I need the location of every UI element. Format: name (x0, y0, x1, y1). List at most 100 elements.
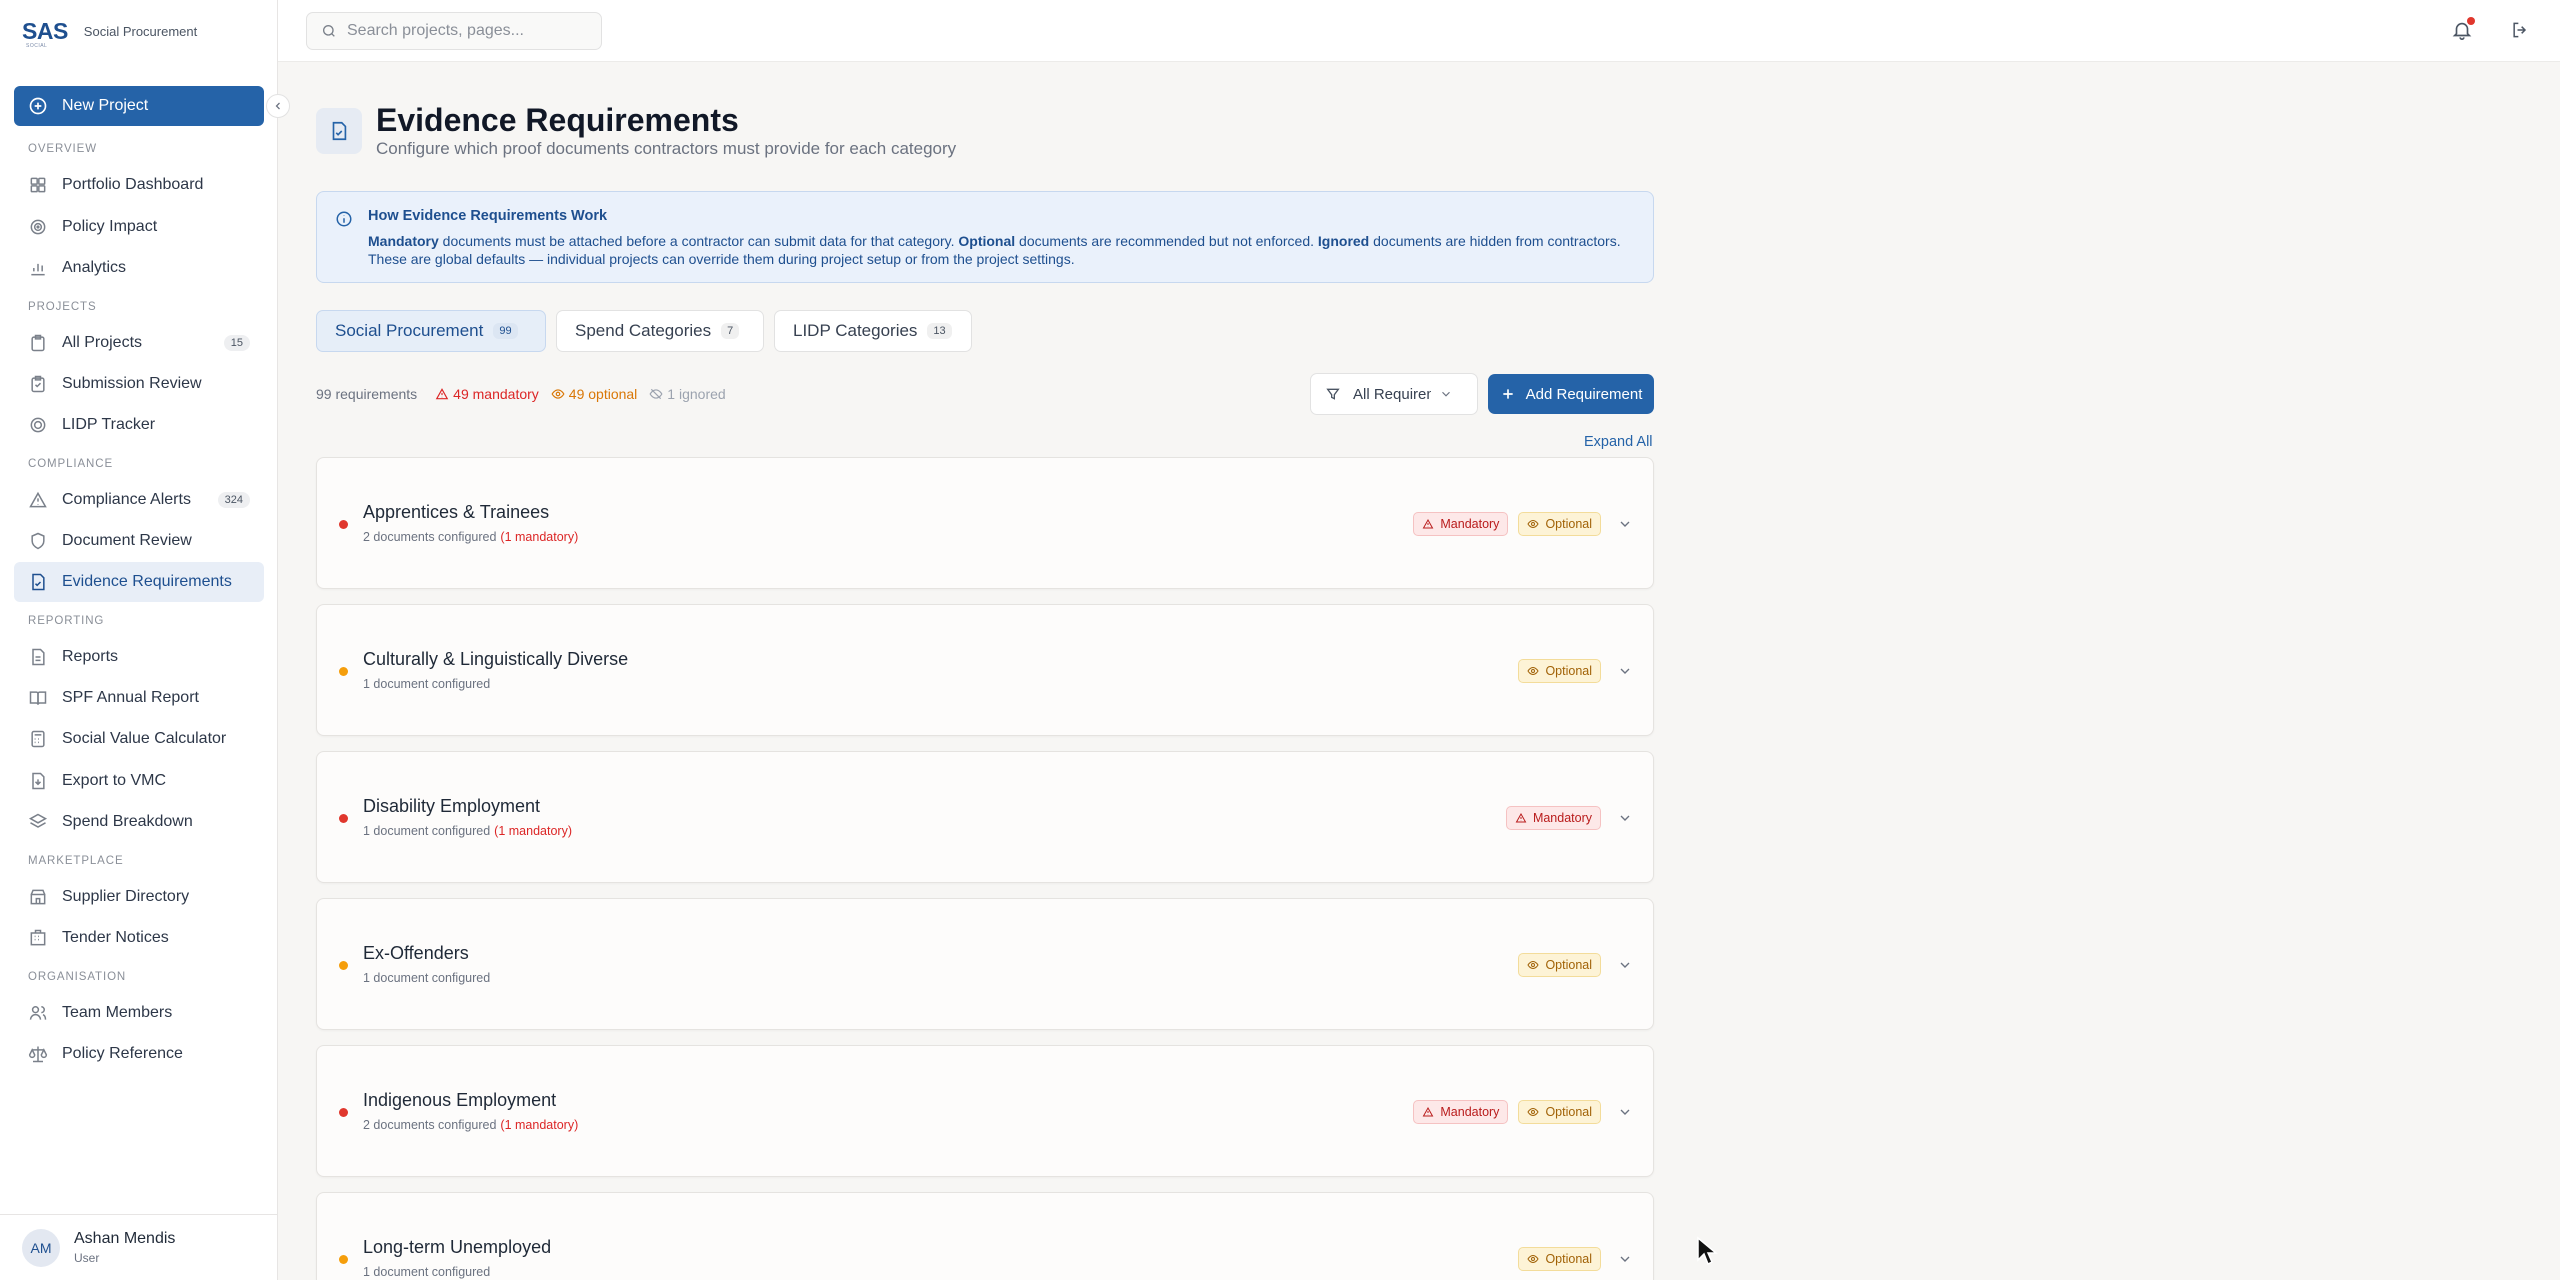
category-card-long-term-unemployed[interactable]: Long-term Unemployed 1 document configur… (316, 1192, 1654, 1280)
bar-chart-icon (31, 263, 45, 276)
category-card-ex-offenders[interactable]: Ex-Offenders 1 document configured Optio… (316, 898, 1654, 1030)
chevron-down-icon (1442, 391, 1450, 397)
category-card-cald[interactable]: Culturally & Linguistically Diverse 1 do… (316, 604, 1654, 736)
category-card-apprentices-trainees[interactable]: Apprentices & Trainees 2 documents confi… (316, 457, 1654, 589)
new-project-button[interactable]: New Project (14, 86, 264, 126)
notifications-button[interactable] (2448, 16, 2476, 44)
users-icon (29, 1006, 47, 1020)
collapse-sidebar-button[interactable] (266, 94, 290, 118)
brand[interactable]: SAS SOCIAL Social Procurement (22, 18, 197, 49)
sidebar-item-spf-annual-report[interactable]: SPF Annual Report (14, 678, 264, 718)
category-name: Long-term Unemployed (363, 1237, 552, 1257)
info-title: How Evidence Requirements Work (368, 208, 608, 224)
all-projects-count-badge: 15 (223, 335, 250, 351)
sidebar-item-policy-impact[interactable]: Policy Impact (14, 207, 264, 247)
eye-icon (1527, 666, 1540, 676)
sidebar-item-evidence-requirements[interactable]: Evidence Requirements (14, 562, 264, 602)
avatar: AM (22, 1228, 60, 1267)
scale-icon (28, 1046, 48, 1063)
file-check-icon (32, 573, 45, 591)
category-card-disability-employment[interactable]: Disability Employment 1 document configu… (316, 751, 1654, 883)
chevron-down-icon[interactable] (1617, 1251, 1633, 1267)
status-dot (339, 961, 348, 970)
building-icon (30, 929, 46, 946)
optional-badge: Optional (1518, 953, 1601, 977)
category-meta: 2 documents configured (1 mandatory) (363, 530, 579, 544)
category-meta: 1 document configured (363, 677, 491, 691)
tab-spend-categories[interactable]: Spend Categories 7 (556, 310, 764, 352)
shield-icon (31, 532, 45, 550)
sidebar-item-lidp-tracker[interactable]: LIDP Tracker (14, 405, 264, 445)
section-organisation: ORGANISATION (28, 971, 127, 983)
clipboard-icon (31, 334, 45, 352)
sidebar-item-team-members[interactable]: Team Members (14, 993, 264, 1033)
page-icon (316, 108, 362, 154)
optional-badge: Optional (1518, 659, 1601, 683)
chevron-down-icon[interactable] (1617, 957, 1633, 973)
mandatory-badge: Mandatory (1413, 1100, 1509, 1124)
category-meta: 1 document configured (1 mandatory) (363, 824, 572, 838)
warning-triangle-icon (1423, 518, 1434, 529)
store-icon (30, 889, 46, 905)
sidebar-item-all-projects[interactable]: All Projects 15 (14, 323, 264, 363)
status-dot (339, 814, 348, 823)
eye-icon (1527, 1107, 1540, 1117)
requirement-filter-select[interactable]: All Requirements (1310, 373, 1478, 415)
info-callout: How Evidence Requirements Work Mandatory… (316, 191, 1654, 283)
sidebar-item-reports[interactable]: Reports (14, 637, 264, 677)
category-meta: 2 documents configured (1 mandatory) (363, 1118, 579, 1132)
sidebar-item-analytics[interactable]: Analytics (14, 248, 264, 288)
tab-count: 7 (721, 323, 740, 339)
add-requirement-button[interactable]: Add Requirement (1488, 374, 1654, 414)
sidebar-item-social-value-calculator[interactable]: Social Value Calculator (14, 719, 264, 759)
sidebar-item-submission-review[interactable]: Submission Review (14, 364, 264, 404)
status-dot (339, 1255, 348, 1264)
sidebar-item-supplier-directory[interactable]: Supplier Directory (14, 877, 264, 917)
warning-triangle-icon (1423, 1106, 1434, 1117)
chevron-down-icon[interactable] (1617, 810, 1633, 826)
category-card-indigenous-employment[interactable]: Indigenous Employment 2 documents config… (316, 1045, 1654, 1177)
chevron-left-icon (275, 102, 280, 110)
file-export-icon (32, 772, 45, 790)
optional-badge: Optional (1518, 512, 1601, 536)
user-name: Ashan Mendis (74, 1230, 176, 1247)
chevron-down-icon[interactable] (1617, 663, 1633, 679)
search-box[interactable] (306, 12, 602, 50)
category-meta: 1 document configured (363, 1265, 491, 1279)
tab-count: 99 (493, 323, 518, 339)
logout-button[interactable] (2506, 16, 2534, 44)
sidebar-item-document-review[interactable]: Document Review (14, 521, 264, 561)
brand-logo: SAS SOCIAL (22, 18, 68, 49)
optional-count: 49 optional (551, 386, 637, 402)
optional-badge: Optional (1518, 1247, 1601, 1271)
file-check-icon (332, 121, 347, 141)
notification-dot (2467, 17, 2475, 25)
sidebar-item-compliance-alerts[interactable]: Compliance Alerts 324 (14, 480, 264, 520)
status-dot (339, 1108, 348, 1117)
expand-all-link[interactable]: Expand All (1584, 434, 1653, 450)
warning-triangle-icon (29, 491, 47, 508)
status-dot (339, 520, 348, 529)
tab-social-procurement[interactable]: Social Procurement 99 (316, 310, 546, 352)
search-input[interactable] (347, 22, 587, 40)
dashboard-icon (30, 177, 46, 193)
plus-circle-icon (29, 97, 47, 115)
section-overview: OVERVIEW (28, 143, 97, 155)
user-profile[interactable]: AM Ashan Mendis User (0, 1214, 278, 1280)
search-icon (323, 25, 335, 37)
sidebar-item-policy-reference[interactable]: Policy Reference (14, 1034, 264, 1074)
sidebar-item-tender-notices[interactable]: Tender Notices (14, 918, 264, 958)
logout-icon (2513, 22, 2527, 38)
calculator-icon (31, 730, 45, 748)
chevron-down-icon[interactable] (1617, 516, 1633, 532)
sidebar-item-portfolio-dashboard[interactable]: Portfolio Dashboard (14, 165, 264, 205)
chevron-down-icon[interactable] (1617, 1104, 1633, 1120)
sidebar-item-export-to-vmc[interactable]: Export to VMC (14, 761, 264, 801)
warning-triangle-icon (1515, 812, 1527, 823)
status-dot (339, 667, 348, 676)
file-text-icon (32, 648, 45, 666)
eye-off-icon (649, 388, 663, 400)
warning-triangle-icon (435, 388, 449, 400)
tab-lidp-categories[interactable]: LIDP Categories 13 (774, 310, 972, 352)
sidebar-item-spend-breakdown[interactable]: Spend Breakdown (14, 802, 264, 842)
